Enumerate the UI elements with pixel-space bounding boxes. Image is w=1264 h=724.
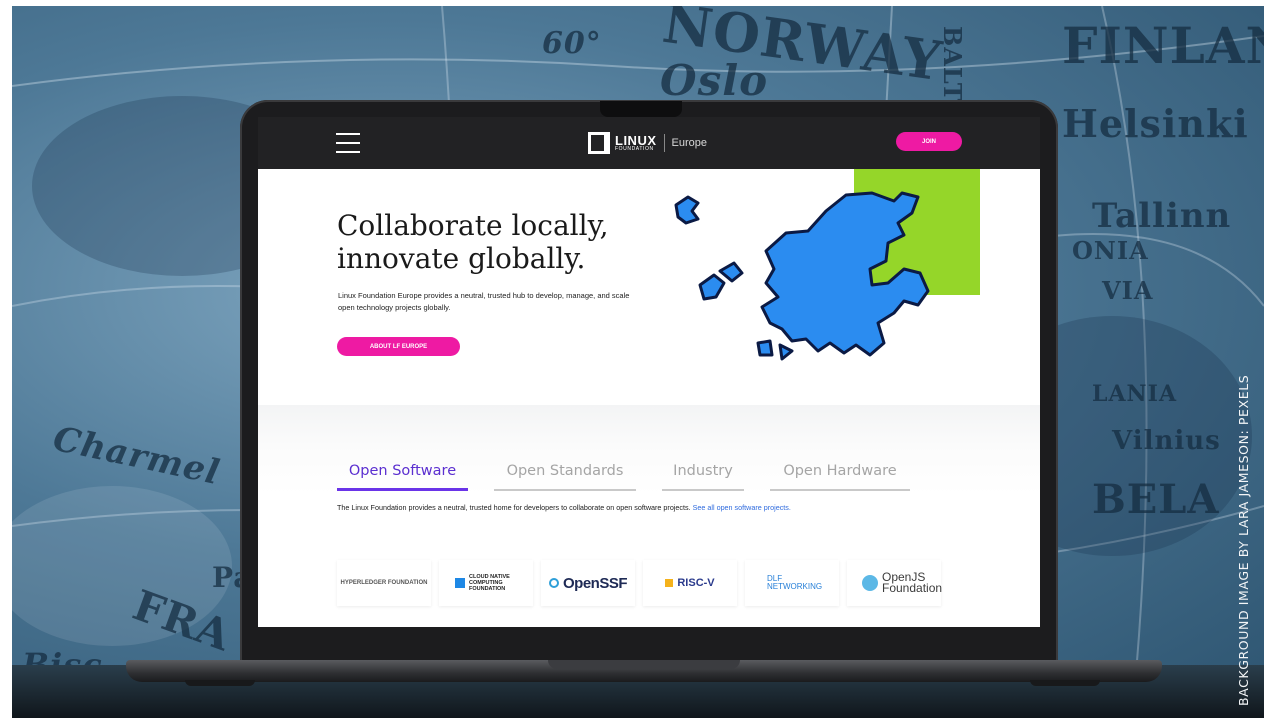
openssf-logo-text: OpenSSF [562,574,628,592]
riscv-logo-text: RISC-V [677,577,715,589]
openssf-logo-icon [548,578,559,588]
logo-subtext: FOUNDATION [615,146,654,152]
europe-map-illustration [674,191,930,361]
map-label-vilnius: Vilnius [1112,426,1221,456]
laptop-foot-right [1030,680,1100,686]
riscv-logo-icon [665,579,674,587]
logo-divider [663,134,665,152]
tab-open-software[interactable]: Open Software [337,463,468,491]
laptop-screen: LINUX FOUNDATION Europe JOIN Collaborate… [258,117,1040,627]
tab-industry[interactable]: Industry [662,463,744,491]
cncf-logo-text: CLOUD NATIVE COMPUTING FOUNDATION [469,574,510,592]
map-label-degree: 60° [542,26,602,61]
hero-section: Collaborate locally, innovate globally. … [258,169,1040,405]
tab-open-standards[interactable]: Open Standards [494,463,636,491]
tab-open-hardware[interactable]: Open Hardware [770,463,910,491]
laptop-foot-left [185,680,255,686]
member-riscv[interactable]: RISC-V [643,560,737,606]
lf-networking-logo-text: DLF NETWORKING [767,574,823,591]
member-cncf[interactable]: CLOUD NATIVE COMPUTING FOUNDATION [439,560,533,606]
map-label-finland: FINLAND [1062,16,1264,75]
join-button[interactable]: JOIN [896,132,962,151]
hero-description: Linux Foundation Europe provides a neutr… [338,291,630,312]
project-tabs: Open Software Open Standards Industry Op… [337,463,910,491]
map-label-oslo: Oslo [660,56,769,105]
camera-notch [600,101,682,117]
about-lf-europe-button[interactable]: ABOUT LF EUROPE [337,337,460,356]
hyperledger-logo-text: HYPERLEDGER FOUNDATION [340,580,428,586]
photo-credit: BACKGROUND IMAGE BY LARA JAMESON: PEXELS [1236,374,1251,706]
member-logos: HYPERLEDGER FOUNDATION CLOUD NATIVE COMP… [337,560,949,606]
map-label-tallinn: Tallinn [1092,196,1232,236]
member-hyperledger[interactable]: HYPERLEDGER FOUNDATION [337,560,431,606]
see-all-projects-link[interactable]: See all open software projects. [693,503,791,512]
site-logo[interactable]: LINUX FOUNDATION Europe [588,128,707,158]
laptop-lip [548,660,740,669]
hero-title: Collaborate locally, innovate globally. [337,209,609,275]
openjs-logo-text: OpenJS Foundation [882,570,943,595]
tab-description-text: The Linux Foundation provides a neutral,… [337,503,693,512]
projects-section: Open Software Open Standards Industry Op… [258,405,1040,627]
screen-bezel [258,627,1040,660]
cncf-logo-icon [455,578,465,588]
logo-region: Europe [671,137,707,149]
linux-foundation-logo-icon [588,132,610,154]
map-label-lania: LANIA [1092,381,1178,407]
member-lf-networking[interactable]: DLF NETWORKING [745,560,839,606]
map-label-onia: ONIA [1072,236,1149,265]
map-label-bela: BELA [1092,476,1220,523]
site-header: LINUX FOUNDATION Europe JOIN [258,117,1040,169]
map-label-helsinki: Helsinki [1062,101,1249,146]
member-openjs[interactable]: OpenJS Foundation [847,560,943,606]
openjs-logo-icon [862,575,878,591]
menu-icon[interactable] [336,133,360,153]
member-openssf[interactable]: OpenSSF [541,560,635,606]
map-label-via: VIA [1102,276,1154,305]
tab-description: The Linux Foundation provides a neutral,… [337,502,957,513]
